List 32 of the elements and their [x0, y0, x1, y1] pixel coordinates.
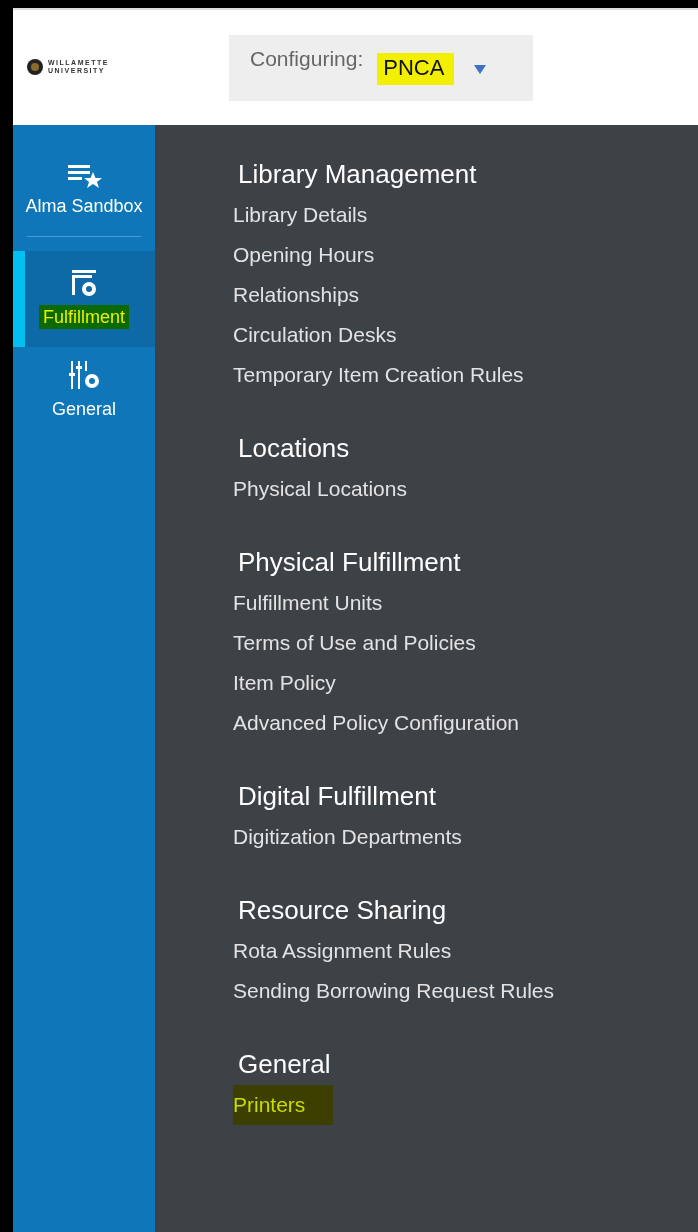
menu-link[interactable]: Digitization Departments [233, 817, 490, 857]
sidebar-item[interactable]: Fulfillment [13, 251, 155, 347]
sidebar-label: Fulfillment [39, 305, 129, 329]
section-title: Resource Sharing [238, 894, 448, 927]
sidebar-label: General [50, 398, 117, 421]
menu-link[interactable]: Relationships [233, 275, 388, 315]
menu-link[interactable]: Fulfillment Units [233, 583, 411, 623]
section-title: Locations [238, 432, 351, 465]
section-title: Digital Fulfillment [238, 780, 437, 813]
menu-link[interactable]: Temporary Item Creation Rules [233, 355, 552, 395]
menu-link[interactable]: Opening Hours [233, 235, 403, 275]
menu-link[interactable]: Physical Locations [233, 469, 435, 509]
menu-link[interactable]: Sending Borrowing Request Rules [233, 971, 583, 1011]
institution-dropdown[interactable]: PNCA [377, 45, 495, 91]
configuring-label: Configuring: [250, 47, 364, 71]
caret-icon [474, 64, 487, 74]
logo-icon [26, 58, 44, 76]
list-star-icon [65, 162, 103, 188]
menu-link[interactable]: Terms of Use and Policies [233, 623, 504, 663]
sidebar-label: Alma Sandbox [24, 195, 144, 218]
section-title: Physical Fulfillment [238, 546, 462, 579]
sliders-gear-icon [66, 359, 102, 391]
menu-link[interactable]: Rota Assignment Rules [233, 931, 480, 971]
menu-link[interactable]: Printers [233, 1085, 334, 1125]
section-title: General [238, 1048, 332, 1081]
menu-link[interactable]: Item Policy [233, 663, 364, 703]
menu-link[interactable]: Library Details [233, 195, 396, 235]
section-title: Library Management [238, 158, 478, 191]
sidebar-item[interactable]: General [13, 347, 155, 433]
sidebar-item[interactable]: Alma Sandbox [13, 150, 155, 230]
menu-link[interactable]: Circulation Desks [233, 315, 425, 355]
menu-link[interactable]: Advanced Policy Configuration [233, 703, 547, 743]
